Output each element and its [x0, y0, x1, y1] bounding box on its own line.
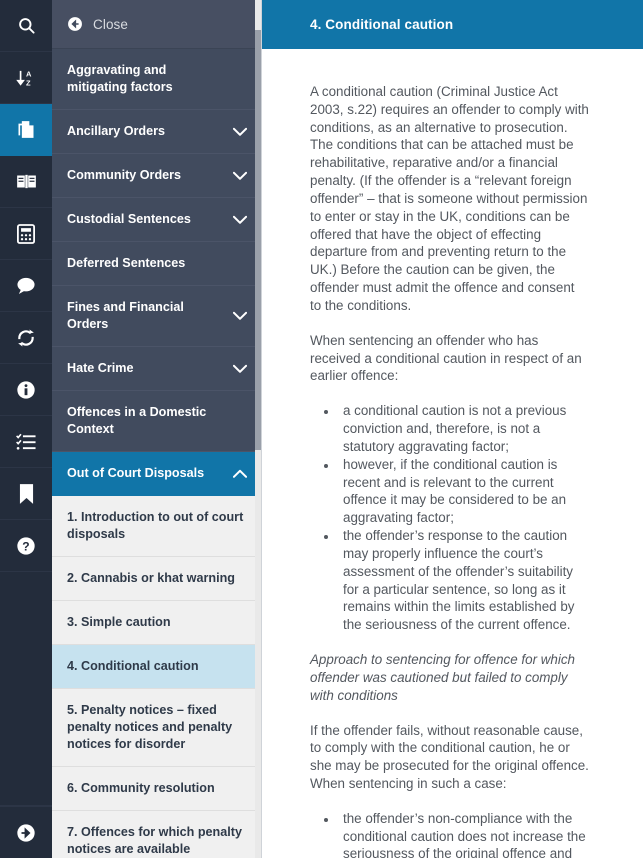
documents-icon: [16, 119, 36, 140]
nav-item[interactable]: Community Orders: [52, 154, 261, 198]
info-circle-icon-button[interactable]: [0, 364, 52, 416]
paragraph: If the offender fails, without reasonabl…: [310, 722, 589, 791]
open-book-icon-button[interactable]: [0, 156, 52, 208]
nav-scrollbar[interactable]: [255, 0, 261, 858]
chevron-down-icon[interactable]: [233, 125, 247, 139]
open-book-icon: [16, 173, 37, 190]
checklist-icon-button[interactable]: [0, 416, 52, 468]
nav-subitem[interactable]: 7. Offences for which penalty notices ar…: [52, 811, 261, 858]
nav-item-label: Out of Court Disposals: [67, 466, 205, 480]
documents-icon-button[interactable]: [0, 104, 52, 156]
nav-subitem[interactable]: 3. Simple caution: [52, 601, 261, 645]
icon-rail: A Z ?: [0, 0, 52, 858]
bookmark-icon-button[interactable]: [0, 468, 52, 520]
nav-scrollbar-thumb[interactable]: [255, 30, 261, 450]
calculator-icon: [17, 223, 35, 244]
close-button[interactable]: Close: [52, 0, 261, 49]
chevron-up-icon[interactable]: [233, 467, 247, 481]
arrow-left-circle-icon: [67, 16, 83, 32]
app-window: A Z ? Close Aggravating and mitigating f…: [0, 0, 643, 858]
list-item: a conditional caution is not a previous …: [338, 402, 589, 455]
nav-item[interactable]: Fines and Financial Orders: [52, 286, 261, 347]
speech-bubble-icon: [16, 276, 36, 295]
svg-text:Z: Z: [26, 78, 31, 87]
chevron-none: [233, 72, 247, 86]
speech-bubble-icon-button[interactable]: [0, 260, 52, 312]
list-item: however, if the conditional caution is r…: [338, 456, 589, 527]
main-header: 4. Conditional caution: [262, 0, 643, 49]
sort-alpha-icon-button[interactable]: A Z: [0, 52, 52, 104]
main-content: 4. Conditional caution A conditional cau…: [261, 0, 643, 858]
close-label: Close: [93, 16, 129, 32]
chevron-down-icon[interactable]: [233, 169, 247, 183]
calculator-icon-button[interactable]: [0, 208, 52, 260]
paragraph: A conditional caution (Criminal Justice …: [310, 84, 589, 313]
chevron-down-icon[interactable]: [233, 362, 247, 376]
chevron-down-icon[interactable]: [233, 309, 247, 323]
list-item: the offender’s non-compliance with the c…: [338, 810, 589, 858]
nav-item[interactable]: Offences in a Domestic Context: [52, 391, 261, 452]
nav-item-label: Ancillary Orders: [67, 124, 165, 138]
svg-text:A: A: [26, 69, 32, 78]
nav-item-label: Aggravating and mitigating factors: [67, 63, 173, 94]
rail-spacer: [0, 572, 52, 806]
nav-item-label: Offences in a Domestic Context: [67, 405, 207, 436]
search-icon: [17, 16, 36, 35]
info-circle-icon: [16, 380, 36, 400]
nav-item[interactable]: Deferred Sentences: [52, 242, 261, 286]
help-circle-icon-button[interactable]: ?: [0, 520, 52, 572]
nav-subitem[interactable]: 6. Community resolution: [52, 767, 261, 811]
nav-subitem-selected[interactable]: 4. Conditional caution: [52, 645, 261, 689]
nav-item-label: Community Orders: [67, 168, 182, 182]
svg-text:?: ?: [22, 539, 29, 553]
list-item: the offender’s response to the caution m…: [338, 527, 589, 634]
expand-panel-button[interactable]: [0, 806, 52, 858]
arrow-right-circle-icon: [16, 823, 36, 843]
navigation-panel: Close Aggravating and mitigating factors…: [52, 0, 261, 858]
subheading-italic: Approach to sentencing for offence for w…: [310, 652, 575, 703]
search-icon-button[interactable]: [0, 0, 52, 52]
nav-item[interactable]: Aggravating and mitigating factors: [52, 49, 261, 110]
refresh-icon-button[interactable]: [0, 312, 52, 364]
nav-subitem[interactable]: 1. Introduction to out of court disposal…: [52, 496, 261, 557]
nav-item-label: Fines and Financial Orders: [67, 300, 184, 331]
bullet-list: a conditional caution is not a previous …: [310, 402, 589, 634]
nav-subitem[interactable]: 5. Penalty notices – fixed penalty notic…: [52, 689, 261, 767]
paragraph: When sentencing an offender who has rece…: [310, 332, 582, 384]
nav-item-label: Custodial Sentences: [67, 212, 191, 226]
bookmark-icon: [19, 483, 34, 504]
article-body: A conditional caution (Criminal Justice …: [262, 49, 643, 858]
nav-item[interactable]: Custodial Sentences: [52, 198, 261, 242]
nav-item[interactable]: Out of Court Disposals: [52, 452, 261, 496]
help-circle-icon: ?: [16, 536, 36, 556]
chevron-none: [233, 257, 247, 271]
nav-item-label: Deferred Sentences: [67, 256, 186, 270]
bullet-list: the offender’s non-compliance with the c…: [310, 810, 589, 858]
checklist-icon: [16, 433, 36, 451]
nav-item-label: Hate Crime: [67, 361, 134, 375]
nav-item[interactable]: Hate Crime: [52, 347, 261, 391]
nav-scroll-region[interactable]: Aggravating and mitigating factors Ancill…: [52, 49, 261, 858]
refresh-icon: [16, 328, 36, 348]
chevron-none: [233, 414, 247, 428]
page-title: 4. Conditional caution: [310, 17, 454, 32]
chevron-down-icon[interactable]: [233, 213, 247, 227]
nav-item[interactable]: Ancillary Orders: [52, 110, 261, 154]
nav-subitem[interactable]: 2. Cannabis or khat warning: [52, 557, 261, 601]
sort-alpha-icon: A Z: [16, 68, 36, 88]
